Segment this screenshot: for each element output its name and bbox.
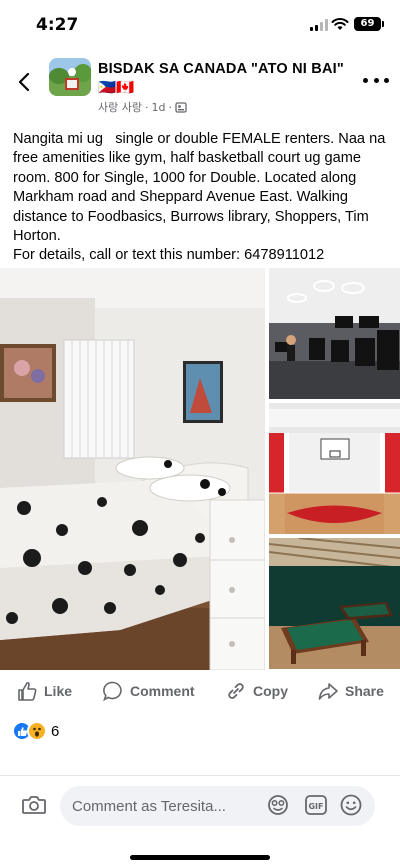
comment-bubble-icon — [103, 681, 122, 702]
back-arrow-icon — [18, 72, 30, 92]
copy-label: Copy — [253, 683, 288, 699]
like-label: Like — [44, 683, 73, 699]
group-avatar[interactable] — [49, 58, 91, 96]
more-options-button[interactable] — [363, 70, 389, 90]
post-text: Nangita mi ug single or double FEMALE re… — [13, 131, 386, 264]
photo-game-room[interactable] — [269, 538, 400, 669]
comment-button[interactable]: Comment — [102, 676, 195, 706]
group-privacy-icon — [175, 102, 187, 113]
camera-icon[interactable] — [21, 793, 47, 817]
post-timestamp[interactable]: 1d — [151, 101, 165, 114]
more-dots-icon — [363, 77, 368, 83]
group-name[interactable]: BISDAK SA CANADA "ATO NI BAI" 🇵🇭🇨🇦 — [98, 60, 348, 98]
reactions-summary[interactable]: 6 — [12, 721, 59, 741]
photo-bedroom[interactable] — [0, 268, 265, 670]
copy-button[interactable]: Copy — [225, 676, 288, 706]
author-name[interactable]: 사랑 사랑 — [98, 99, 142, 115]
home-indicator[interactable] — [130, 855, 270, 860]
sticker-icon[interactable] — [266, 793, 290, 817]
comment-label: Comment — [130, 683, 195, 699]
cellular-signal-icon — [310, 19, 328, 31]
post-actions: Like Comment Copy Share — [0, 676, 400, 706]
like-button[interactable]: Like — [16, 676, 72, 706]
emoji-icon[interactable] — [339, 793, 363, 817]
photo-gym[interactable] — [269, 268, 400, 399]
share-button[interactable]: Share — [317, 676, 384, 706]
comment-bar: GIF — [0, 775, 400, 866]
share-label: Share — [345, 683, 384, 699]
battery-icon: 69 — [354, 17, 384, 31]
meta-separator: · — [168, 100, 172, 114]
thumbs-up-icon — [18, 681, 37, 701]
status-time: 4:27 — [36, 15, 79, 35]
back-button[interactable] — [12, 68, 36, 96]
gif-icon[interactable]: GIF — [304, 793, 328, 817]
reaction-count: 6 — [51, 722, 60, 740]
post-body: Nangita mi ug single or double FEMALE re… — [13, 130, 393, 266]
wow-reaction-icon — [27, 721, 47, 741]
post-meta: 사랑 사랑 · 1d · — [98, 99, 187, 115]
link-icon — [228, 683, 244, 699]
wifi-icon — [331, 18, 349, 30]
photo-basketball-court[interactable] — [269, 403, 400, 534]
meta-separator: · — [144, 100, 149, 114]
svg-text:GIF: GIF — [308, 802, 323, 811]
photo-grid — [0, 268, 400, 670]
status-bar: 4:27 69 — [0, 0, 400, 50]
share-arrow-icon — [318, 683, 338, 700]
